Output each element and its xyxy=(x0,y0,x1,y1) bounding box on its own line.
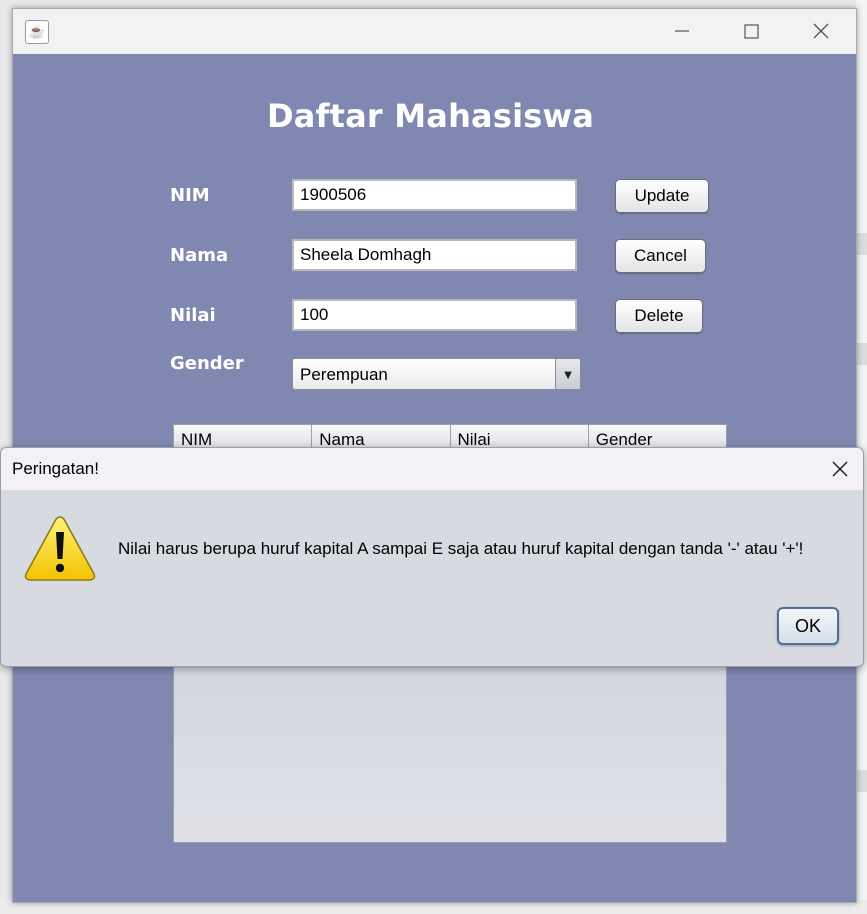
delete-button[interactable]: Delete xyxy=(615,299,703,333)
warning-icon xyxy=(24,516,96,581)
nim-label: NIM xyxy=(170,185,210,206)
java-app-icon: ☕ xyxy=(25,20,49,44)
gender-select[interactable]: Perempuan ▼ xyxy=(292,358,581,390)
nama-input[interactable]: Sheela Domhagh xyxy=(292,239,577,271)
dialog-title: Peringatan! xyxy=(12,459,99,478)
ok-button[interactable]: OK xyxy=(777,607,839,645)
nim-input[interactable]: 1900506 xyxy=(292,179,577,211)
gender-label: Gender xyxy=(170,353,244,374)
background-ide-row xyxy=(856,343,867,365)
page-title: Daftar Mahasiswa xyxy=(266,97,595,135)
background-ide-row xyxy=(856,770,867,792)
warning-dialog: Peringatan! Nilai harus berupa huruf kap… xyxy=(0,447,864,667)
dialog-titlebar[interactable]: Peringatan! xyxy=(1,448,863,490)
minimize-icon[interactable] xyxy=(670,19,694,43)
window-close-icon[interactable] xyxy=(809,19,833,43)
update-button[interactable]: Update xyxy=(615,179,709,213)
cancel-button[interactable]: Cancel xyxy=(615,239,706,273)
nilai-label: Nilai xyxy=(170,305,216,326)
maximize-icon[interactable] xyxy=(739,19,763,43)
background-ide-row xyxy=(856,233,867,255)
window-titlebar[interactable]: ☕ xyxy=(13,9,856,54)
close-icon[interactable] xyxy=(829,458,851,480)
nilai-input[interactable]: 100 xyxy=(292,299,577,331)
nama-label: Nama xyxy=(170,245,229,266)
chevron-down-icon[interactable]: ▼ xyxy=(555,359,580,389)
gender-select-value: Perempuan xyxy=(300,365,388,384)
warning-message: Nilai harus berupa huruf kapital A sampa… xyxy=(118,539,804,558)
